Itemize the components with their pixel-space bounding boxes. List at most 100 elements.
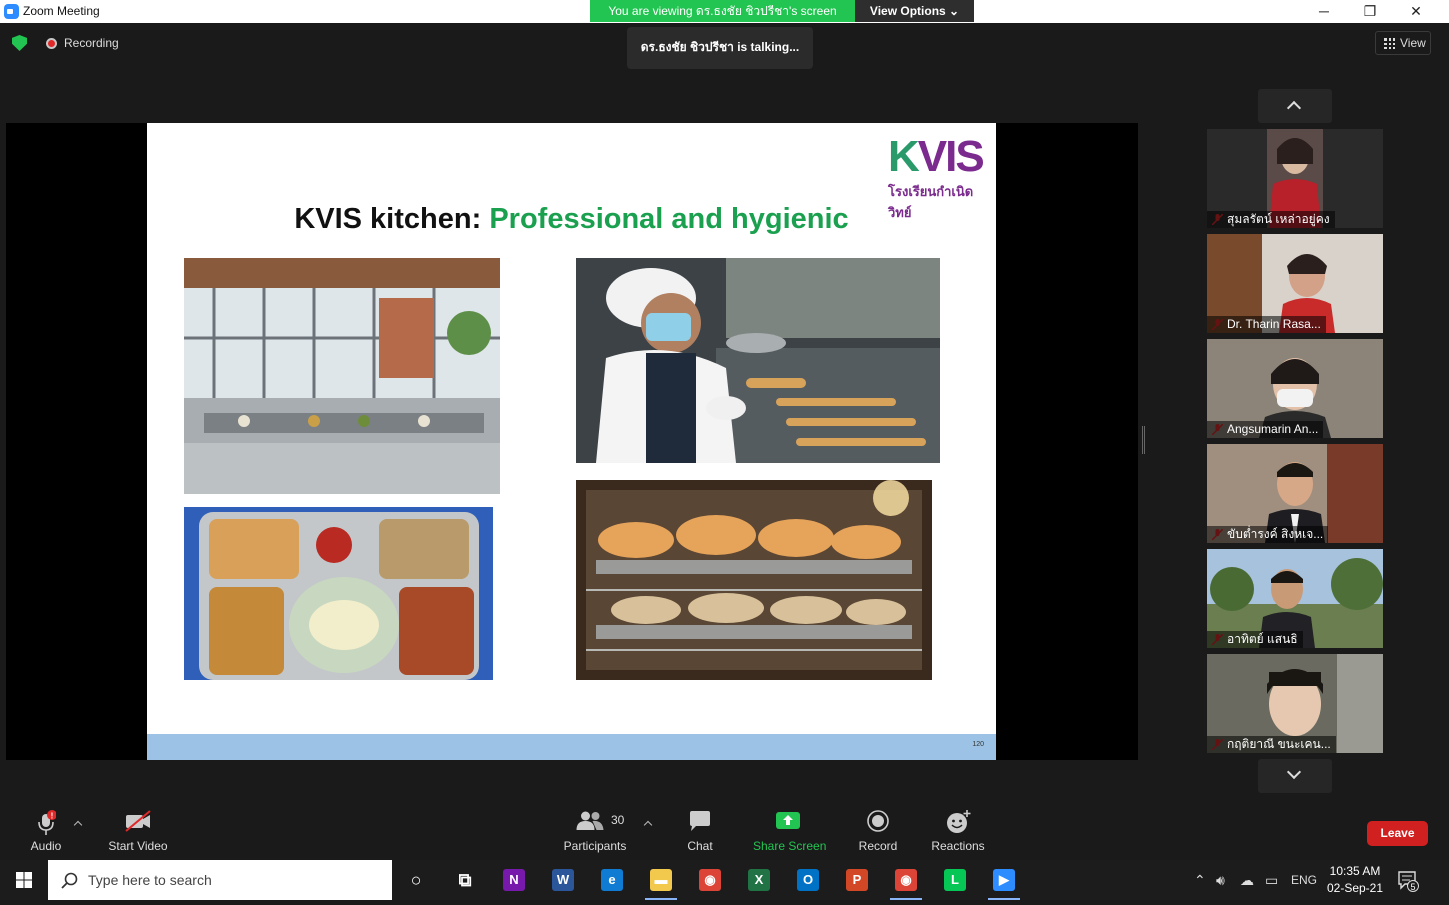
taskbar-app-word[interactable]: W xyxy=(539,860,587,900)
title-bar: Zoom Meeting You are viewing ดร.ธงชัย ชิ… xyxy=(0,0,1449,23)
shared-screen: KVIS โรงเรียนกำเนิดวิทย์ KVIS kitchen: P… xyxy=(6,123,1138,760)
kvis-logo-text: KVIS xyxy=(888,132,985,181)
taskbar-app-powerpoint[interactable]: P xyxy=(833,860,881,900)
search-placeholder: Type here to search xyxy=(88,872,212,888)
reactions-icon xyxy=(947,810,971,833)
participants-count: 30 xyxy=(611,813,625,827)
network-icon[interactable]: ▭ xyxy=(1265,860,1278,900)
taskbar-app-outlook[interactable]: O xyxy=(784,860,832,900)
leave-button[interactable]: Leave xyxy=(1367,821,1428,846)
share-screen-icon xyxy=(776,812,800,829)
viewing-banner: You are viewing ดร.ธงชัย ชิวปรีชา's scre… xyxy=(590,0,855,22)
participant-tile[interactable]: กฤติยาณี ขนะเคน... xyxy=(1207,654,1383,753)
participant-name: สุมลรัตน์ เหล่าอยู่คง xyxy=(1207,211,1335,228)
clock-time: 10:35 AM xyxy=(1329,864,1381,878)
notification-count: 5 xyxy=(1407,880,1419,892)
taskbar-app-file-explorer[interactable]: ▬ xyxy=(637,860,685,900)
meeting-toolbar: ! Audio Start Video 30 Participants Chat… xyxy=(0,800,1449,860)
video-off-icon xyxy=(125,810,151,832)
slide-page-number: 120 xyxy=(972,741,984,748)
outlook-icon: O xyxy=(797,869,819,891)
clock-date: 02-Sep-21 xyxy=(1326,881,1384,895)
participant-tile[interactable]: ขับต่ำรงค์ สิงหเจ... xyxy=(1207,444,1383,543)
audio-label: Audio xyxy=(30,839,62,853)
word-icon: W xyxy=(552,869,574,891)
taskbar-app-task-view[interactable]: ⧉ xyxy=(441,860,489,900)
taskbar-app-line[interactable]: L xyxy=(931,860,979,900)
grid-icon xyxy=(1384,38,1395,49)
record-icon xyxy=(867,810,889,832)
participant-tile[interactable]: Angsumarin An... xyxy=(1207,339,1383,438)
slide-title: KVIS kitchen: Professional and hygienic xyxy=(147,203,996,236)
audio-options-caret-icon[interactable] xyxy=(73,820,83,830)
participant-tile[interactable]: Dr. Tharin Rasa... xyxy=(1207,234,1383,333)
volume-icon[interactable]: 🔊︎ xyxy=(1216,860,1225,900)
participant-tile[interactable]: สุมลรัตน์ เหล่าอยู่คง xyxy=(1207,129,1383,228)
windows-logo-icon xyxy=(16,872,32,888)
view-options-button[interactable]: View Options ⌄ xyxy=(855,0,974,22)
task-view-icon: ⧉ xyxy=(458,870,472,890)
kitchen-counter-photo xyxy=(184,258,500,494)
participant-name: ขับต่ำรงค์ สิงหเจ... xyxy=(1207,526,1329,543)
minimize-button[interactable]: ─ xyxy=(1301,0,1347,23)
chat-icon xyxy=(690,811,710,831)
taskbar-search-box[interactable]: Type here to search xyxy=(48,860,392,900)
window-title: Zoom Meeting xyxy=(23,4,100,18)
excel-icon: X xyxy=(748,869,770,891)
participant-name: Angsumarin An... xyxy=(1207,421,1324,438)
participants-label: Participants xyxy=(563,839,627,853)
input-language[interactable]: ENG xyxy=(1291,860,1317,900)
view-button[interactable]: View xyxy=(1375,31,1431,55)
chevron-down-icon xyxy=(1286,764,1302,780)
view-label: View xyxy=(1400,36,1426,50)
notification-center-button[interactable]: 5 xyxy=(1397,870,1419,892)
chat-label: Chat xyxy=(687,839,713,853)
taskbar-app-chrome-profile[interactable]: ◉ xyxy=(882,860,930,900)
kvis-logo: KVIS โรงเรียนกำเนิดวิทย์ xyxy=(888,132,985,221)
record-label: Record xyxy=(858,839,898,853)
taskbar-app-zoom[interactable]: ▶ xyxy=(980,860,1028,900)
share-screen-label: Share Screen xyxy=(753,839,827,853)
audio-warning-badge: ! xyxy=(51,812,54,821)
participants-icon xyxy=(576,811,604,830)
participant-name: Dr. Tharin Rasa... xyxy=(1207,316,1326,333)
zoom-app-icon xyxy=(4,4,19,19)
participant-tile[interactable]: อาทิตย์ แสนธิ xyxy=(1207,549,1383,648)
chevron-up-icon xyxy=(1286,100,1302,116)
chrome-profile-icon: ◉ xyxy=(895,869,917,891)
taskbar-app-excel[interactable]: X xyxy=(735,860,783,900)
slide-footer-bar: 120 xyxy=(147,734,996,760)
taskbar-app-chrome[interactable]: ◉ xyxy=(686,860,734,900)
participants-options-caret-icon[interactable] xyxy=(643,820,653,830)
microphone-icon: ! xyxy=(38,810,56,835)
recording-icon xyxy=(46,38,57,49)
gallery-scroll-up-button[interactable] xyxy=(1258,89,1332,123)
chrome-icon: ◉ xyxy=(699,869,721,891)
taskbar-app-cortana[interactable]: ○ xyxy=(392,860,440,900)
reactions-label: Reactions xyxy=(931,839,985,853)
taskbar-app-onenote[interactable]: N xyxy=(490,860,538,900)
onenote-icon: N xyxy=(503,869,525,891)
presentation-slide: KVIS โรงเรียนกำเนิดวิทย์ KVIS kitchen: P… xyxy=(147,123,996,760)
slide-title-highlight: Professional and hygienic xyxy=(489,203,849,235)
gallery-scroll-down-button[interactable] xyxy=(1258,759,1332,793)
maximize-button[interactable]: ❐ xyxy=(1347,0,1393,23)
panel-resize-handle[interactable] xyxy=(1142,426,1145,454)
cortana-icon: ○ xyxy=(410,870,422,890)
taskbar-app-edge[interactable]: e xyxy=(588,860,636,900)
close-button[interactable]: ✕ xyxy=(1393,0,1439,23)
windows-taskbar: Type here to search ○ ⧉ N We ▬ ◉ X O P ◉ L ▶ ⌃ 🔊︎ ☁… xyxy=(0,860,1449,900)
slide-title-prefix: KVIS kitchen: xyxy=(294,203,490,235)
show-hidden-icons-icon[interactable]: ⌃ xyxy=(1194,860,1206,900)
system-clock[interactable]: 10:35 AM 02-Sep-21 xyxy=(1320,863,1390,897)
meeting-area: Recording ดร.ธงชัย ชิวปรีชา is talking..… xyxy=(0,23,1449,800)
shield-icon[interactable] xyxy=(12,35,27,51)
participant-name: กฤติยาณี ขนะเคน... xyxy=(1207,736,1336,753)
file-explorer-icon: ▬ xyxy=(650,869,672,891)
powerpoint-icon: P xyxy=(846,869,868,891)
food-tray-photo xyxy=(184,507,493,680)
onedrive-icon[interactable]: ☁︎ xyxy=(1240,860,1254,900)
start-button[interactable] xyxy=(0,860,48,900)
participant-name: อาทิตย์ แสนธิ xyxy=(1207,631,1303,648)
bread-oven-photo xyxy=(576,480,932,680)
